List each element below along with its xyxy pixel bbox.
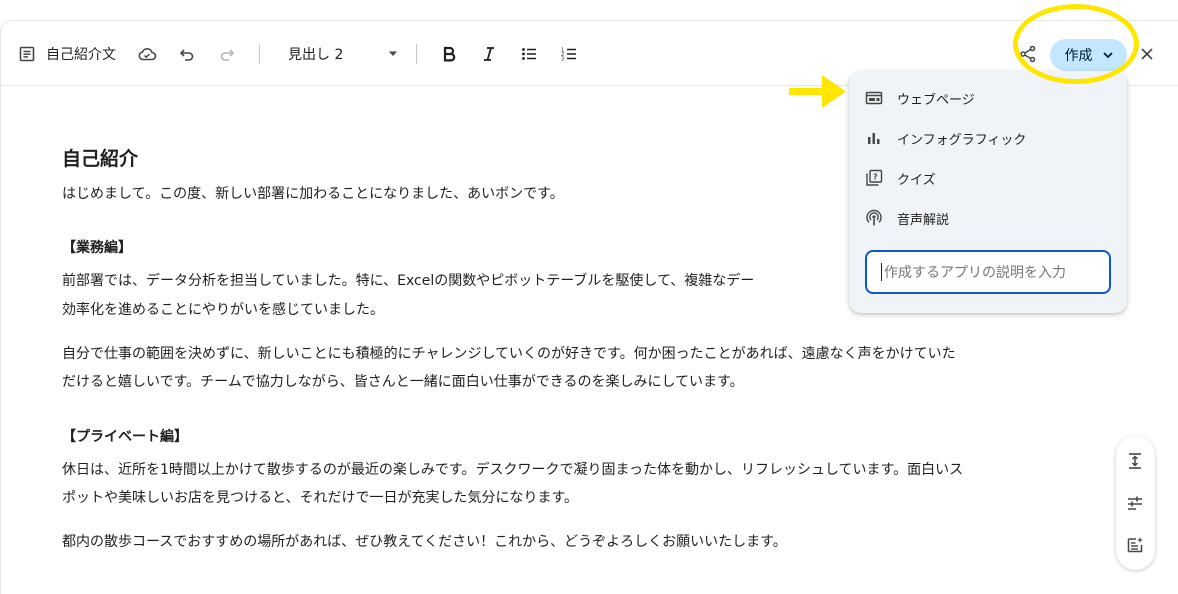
paragraph-line: 休日は、近所を1時間以上かけて散歩するのが最近の楽しみです。デスクワークで凝り固… bbox=[62, 462, 964, 478]
intro-paragraph: はじめまして。この度、新しい部署に加わることになりました、あいボンです。 bbox=[62, 186, 564, 202]
heading-style-label: 見出し 2 bbox=[288, 47, 344, 63]
toolbar-divider bbox=[259, 44, 260, 64]
app-description-input[interactable]: 作成するアプリの説明を入力 bbox=[865, 250, 1111, 294]
dropdown-arrow-icon bbox=[389, 51, 397, 56]
highlight-circle-annotation bbox=[1013, 4, 1139, 84]
svg-text:?: ? bbox=[873, 173, 878, 182]
paragraph-line: ポットや美味しいお店を見つけると、それだけで一日が充実した気分になります。 bbox=[62, 490, 579, 506]
paragraph-line: 自分で仕事の範囲を決めずに、新しいことにも積極的にチャレンジしていくのが好きです… bbox=[62, 346, 956, 362]
svg-text:3: 3 bbox=[561, 57, 564, 63]
menu-item-quiz[interactable]: ? クイズ bbox=[849, 158, 1127, 198]
heading-style-select[interactable]: 見出し 2 bbox=[288, 44, 398, 64]
toolbar-divider bbox=[416, 44, 417, 64]
numbered-list-icon[interactable]: 123 bbox=[561, 46, 577, 62]
menu-item-infographic[interactable]: インフォグラフィック bbox=[849, 118, 1127, 158]
paragraph-line: 前部署では、データ分析を担当していました。特に、Excelの関数やピボットテーブ… bbox=[62, 273, 755, 289]
paragraph-line: 効率化を進めることにやりがいを感じていました。 bbox=[62, 302, 384, 318]
bulleted-list-icon[interactable] bbox=[521, 46, 537, 62]
text-caret bbox=[881, 263, 882, 281]
menu-item-webpage[interactable]: ウェブページ bbox=[849, 78, 1127, 118]
paragraph-line: 都内の散歩コースでおすすめの場所があれば、ぜひ教えてください！これから、どうぞよ… bbox=[62, 534, 787, 550]
document-heading: 自己紹介 bbox=[62, 148, 139, 170]
document-icon bbox=[18, 45, 36, 63]
bold-icon[interactable] bbox=[442, 46, 456, 62]
create-menu: ウェブページ インフォグラフィック ? クイズ 音声解説 作成するアプリの説明を… bbox=[849, 71, 1127, 313]
podcast-icon bbox=[865, 209, 883, 227]
line-spacing-icon[interactable] bbox=[1126, 452, 1144, 470]
bar-chart-icon bbox=[865, 129, 883, 147]
section-title-private: 【プライベート編】 bbox=[62, 429, 188, 445]
redo-icon[interactable] bbox=[219, 46, 235, 62]
menu-item-label: クイズ bbox=[897, 172, 936, 188]
undo-icon[interactable] bbox=[179, 46, 195, 62]
italic-icon[interactable] bbox=[482, 46, 496, 62]
tune-icon[interactable] bbox=[1126, 494, 1144, 512]
menu-item-label: ウェブページ bbox=[897, 92, 975, 108]
pointer-arrow-annotation bbox=[789, 75, 846, 108]
side-tools-panel bbox=[1116, 436, 1155, 570]
paragraph-line: だけると嬉しいです。チームで協力しながら、皆さんと一緒に面白い仕事ができるのを楽… bbox=[62, 374, 744, 390]
menu-item-label: 音声解説 bbox=[897, 212, 950, 228]
quiz-icon: ? bbox=[865, 169, 883, 187]
webpage-icon bbox=[865, 89, 883, 107]
section-title-work: 【業務編】 bbox=[62, 240, 132, 256]
add-note-icon[interactable] bbox=[1126, 536, 1144, 554]
cloud-save-icon[interactable] bbox=[137, 45, 157, 63]
menu-item-audio-overview[interactable]: 音声解説 bbox=[849, 198, 1127, 238]
close-icon[interactable] bbox=[1140, 47, 1154, 61]
document-title[interactable]: 自己紹介文 bbox=[46, 44, 116, 64]
menu-item-label: インフォグラフィック bbox=[897, 132, 1027, 148]
app-description-placeholder: 作成するアプリの説明を入力 bbox=[884, 265, 1066, 281]
